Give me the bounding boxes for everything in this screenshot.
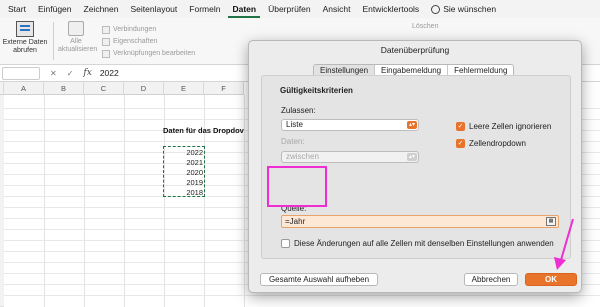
- edit-links-button[interactable]: Verknüpfungen bearbeiten: [102, 48, 195, 60]
- connections-icon: [102, 26, 110, 34]
- apply-to-all-label: Diese Änderungen auf alle Zellen mit den…: [294, 239, 554, 248]
- column-header-e[interactable]: E: [164, 82, 204, 95]
- edit-links-label: Verknüpfungen bearbeiten: [113, 50, 196, 57]
- source-input[interactable]: =Jahr ▦: [281, 215, 559, 228]
- confirm-icon[interactable]: ✓: [67, 69, 74, 78]
- connections-group: Verbindungen Eigenschaften Verknüpfungen…: [102, 24, 195, 60]
- dropdown-data-heading[interactable]: Daten für das Dropdov: [163, 126, 244, 135]
- refresh-all-button[interactable]: Alle aktualisieren: [58, 21, 98, 54]
- chevron-updown-icon: ▴▾: [407, 153, 417, 161]
- tab-einfuegen[interactable]: Einfügen: [34, 0, 76, 18]
- get-external-data-button[interactable]: Externe Daten abrufen: [0, 21, 50, 55]
- tab-ueberpruefen[interactable]: Überprüfen: [264, 0, 315, 18]
- properties-button[interactable]: Eigenschaften: [102, 36, 195, 48]
- formula-input[interactable]: 2022: [100, 68, 119, 78]
- gridline: [124, 95, 125, 307]
- row-header-strip[interactable]: [0, 95, 4, 307]
- edit-links-icon: [102, 50, 110, 58]
- connections-button[interactable]: Verbindungen: [102, 24, 195, 36]
- ignore-blank-checkbox[interactable]: ✓: [456, 122, 465, 131]
- ok-button[interactable]: OK: [525, 273, 577, 286]
- chevron-updown-icon: ▴▾: [407, 121, 417, 129]
- tab-seitenlayout[interactable]: Seitenlayout: [126, 0, 181, 18]
- allow-label: Zulassen:: [281, 106, 316, 115]
- cancel-button[interactable]: Abbrechen: [464, 273, 518, 286]
- column-header-c[interactable]: C: [84, 82, 124, 95]
- range-select-icon[interactable]: ▦: [546, 217, 556, 226]
- column-header-f[interactable]: F: [204, 82, 244, 95]
- column-header-a[interactable]: A: [4, 82, 44, 95]
- tab-zeichnen[interactable]: Zeichnen: [80, 0, 123, 18]
- cancel-icon[interactable]: ✕: [50, 69, 57, 78]
- annotation-highlight-box: [267, 166, 327, 207]
- name-box[interactable]: [2, 66, 40, 80]
- dialog-title: Datenüberprüfung: [380, 45, 450, 55]
- ribbon-tab-bar: Start Einfügen Zeichnen Seitenlayout For…: [0, 0, 600, 18]
- tab-formeln[interactable]: Formeln: [185, 0, 224, 18]
- column-header-b[interactable]: B: [44, 82, 84, 95]
- apply-to-all-checkbox[interactable]: [281, 239, 290, 248]
- gridline: [4, 295, 600, 296]
- copy-selection-marquee: [163, 146, 205, 197]
- clear-button[interactable]: Löschen: [412, 23, 438, 30]
- tab-daten[interactable]: Daten: [228, 0, 261, 18]
- tell-me-label: Sie wünschen: [443, 4, 497, 14]
- gridline: [44, 95, 45, 307]
- source-input-value: =Jahr: [285, 217, 306, 226]
- connections-label: Verbindungen: [113, 26, 157, 33]
- ignore-blank-label: Leere Zellen ignorieren: [469, 122, 552, 131]
- clear-label: Löschen: [412, 23, 439, 30]
- data-select-value: zwischen: [286, 152, 319, 161]
- data-label: Daten:: [281, 137, 305, 146]
- in-cell-dropdown-label: Zellendropdown: [469, 139, 526, 148]
- in-cell-dropdown-checkbox[interactable]: ✓: [456, 139, 465, 148]
- column-header-d[interactable]: D: [124, 82, 164, 95]
- tab-ansicht[interactable]: Ansicht: [319, 0, 355, 18]
- validation-criteria-title: Gültigkeitskriterien: [280, 86, 353, 95]
- ribbon-divider: [53, 22, 54, 60]
- get-external-data-label: Externe Daten abrufen: [2, 39, 48, 54]
- properties-icon: [102, 38, 110, 46]
- refresh-icon: [68, 21, 84, 36]
- tab-start[interactable]: Start: [4, 0, 30, 18]
- tell-me-search[interactable]: Sie wünschen: [427, 0, 500, 18]
- lightbulb-icon: [431, 4, 441, 14]
- tab-entwicklertools[interactable]: Entwicklertools: [359, 0, 424, 18]
- allow-select[interactable]: Liste ▴▾: [281, 119, 419, 131]
- insert-function-icon[interactable]: fx: [83, 68, 91, 78]
- gridline: [84, 95, 85, 307]
- properties-label: Eigenschaften: [113, 38, 158, 45]
- database-icon: [16, 21, 34, 37]
- gridline: [244, 95, 245, 307]
- data-select[interactable]: zwischen ▴▾: [281, 151, 419, 163]
- clear-all-button[interactable]: Gesamte Auswahl aufheben: [260, 273, 378, 286]
- allow-select-value: Liste: [286, 120, 303, 129]
- refresh-all-label: Alle aktualisieren: [58, 38, 98, 53]
